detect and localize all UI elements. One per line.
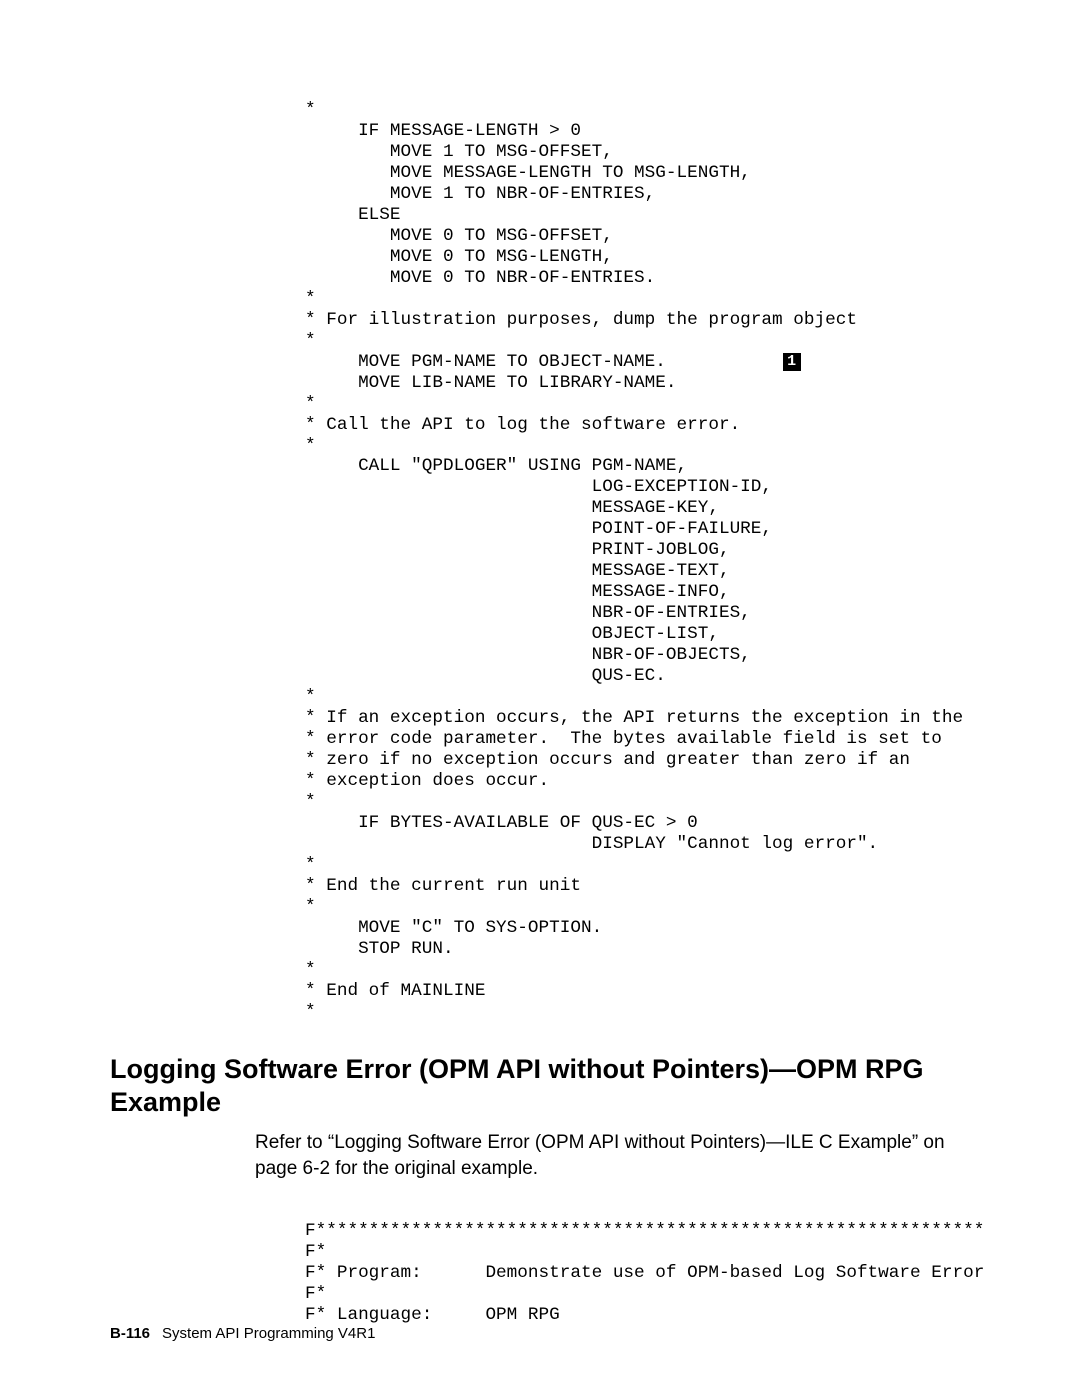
footer-title: System API Programming V4R1 xyxy=(162,1325,375,1342)
callout-1-icon: 1 xyxy=(783,353,801,371)
page-content: * IF MESSAGE-LENGTH > 0 MOVE 1 TO MSG-OF… xyxy=(0,0,1080,1366)
code-text-2: F***************************************… xyxy=(305,1221,984,1325)
code-block-2: F***************************************… xyxy=(305,1221,990,1326)
page-number: B-116 xyxy=(110,1325,150,1342)
page-footer: B-116 System API Programming V4R1 xyxy=(110,1325,375,1342)
code-block-1a: * IF MESSAGE-LENGTH > 0 MOVE 1 TO MSG-OF… xyxy=(305,100,990,352)
code-block-1b: MOVE LIB-NAME TO LIBRARY-NAME. * * Call … xyxy=(305,373,990,1023)
code-callout-line: MOVE PGM-NAME TO OBJECT-NAME. 1 xyxy=(305,352,990,373)
section-heading: Logging Software Error (OPM API without … xyxy=(110,1053,990,1121)
section-heading-text: Logging Software Error (OPM API without … xyxy=(110,1054,924,1118)
code-text-1b: MOVE LIB-NAME TO LIBRARY-NAME. * * Call … xyxy=(305,373,963,1022)
code-callout-text: MOVE PGM-NAME TO OBJECT-NAME. xyxy=(305,352,783,372)
body-text: Refer to “Logging Software Error (OPM AP… xyxy=(255,1132,945,1179)
code-text-1a: * IF MESSAGE-LENGTH > 0 MOVE 1 TO MSG-OF… xyxy=(305,100,857,351)
body-paragraph: Refer to “Logging Software Error (OPM AP… xyxy=(255,1130,990,1181)
